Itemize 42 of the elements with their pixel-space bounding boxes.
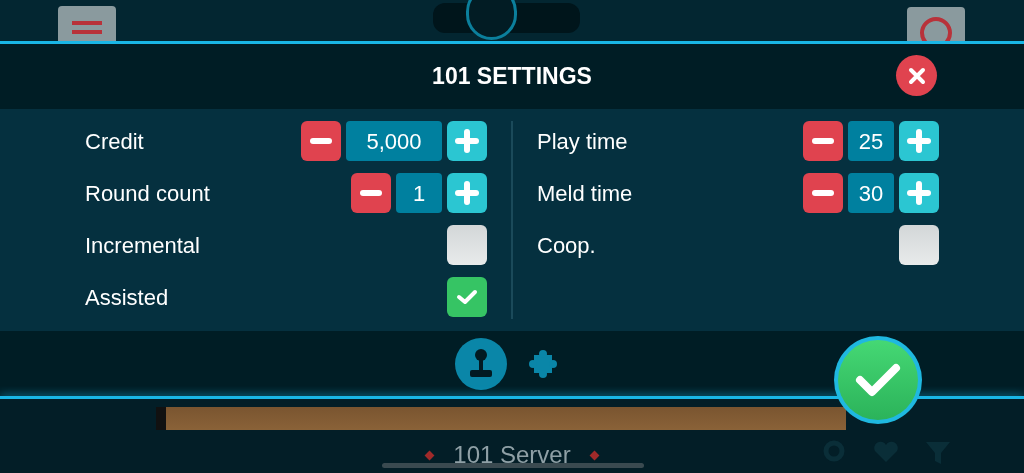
menu-button[interactable] <box>58 6 116 41</box>
checkmark-icon <box>456 289 478 305</box>
minus-icon <box>812 138 834 144</box>
setting-label: Assisted <box>85 283 169 312</box>
setting-label: Incremental <box>85 231 200 260</box>
plus-button[interactable] <box>447 173 487 213</box>
value-display: 5,000 <box>346 121 442 161</box>
minus-icon <box>812 190 834 196</box>
minus-icon <box>310 138 332 144</box>
puzzle-icon <box>527 347 559 380</box>
chat-button[interactable] <box>907 7 965 41</box>
plus-icon <box>455 181 479 205</box>
top-knob[interactable] <box>466 0 517 40</box>
plus-button[interactable] <box>899 173 939 213</box>
joystick-tab[interactable] <box>455 337 507 390</box>
setting-label: Meld time <box>537 179 633 208</box>
value-display: 30 <box>848 173 894 213</box>
minus-button[interactable] <box>351 173 391 213</box>
close-icon <box>906 65 927 86</box>
checkmark-icon <box>855 362 901 398</box>
dialog-title: 101 SETTINGS <box>432 62 592 92</box>
minus-button[interactable] <box>803 173 843 213</box>
plus-icon <box>907 129 931 153</box>
minus-icon <box>360 190 382 196</box>
plus-icon <box>907 181 931 205</box>
value-display: 25 <box>848 121 894 161</box>
plus-icon <box>455 129 479 153</box>
checkbox[interactable] <box>447 277 487 317</box>
value-display: 1 <box>396 173 442 213</box>
setting-label: Round count <box>85 179 210 208</box>
plus-button[interactable] <box>447 121 487 161</box>
setting-label: Play time <box>537 127 628 156</box>
table-name: 101 Server <box>453 440 571 470</box>
joystick-icon <box>467 347 495 380</box>
plus-button[interactable] <box>899 121 939 161</box>
minus-button[interactable] <box>803 121 843 161</box>
setting-label: Credit <box>85 127 144 156</box>
close-button[interactable] <box>896 55 937 96</box>
minus-button[interactable] <box>301 121 341 161</box>
checkbox[interactable] <box>447 225 487 265</box>
setting-label: Coop. <box>537 231 596 260</box>
checkbox[interactable] <box>899 225 939 265</box>
